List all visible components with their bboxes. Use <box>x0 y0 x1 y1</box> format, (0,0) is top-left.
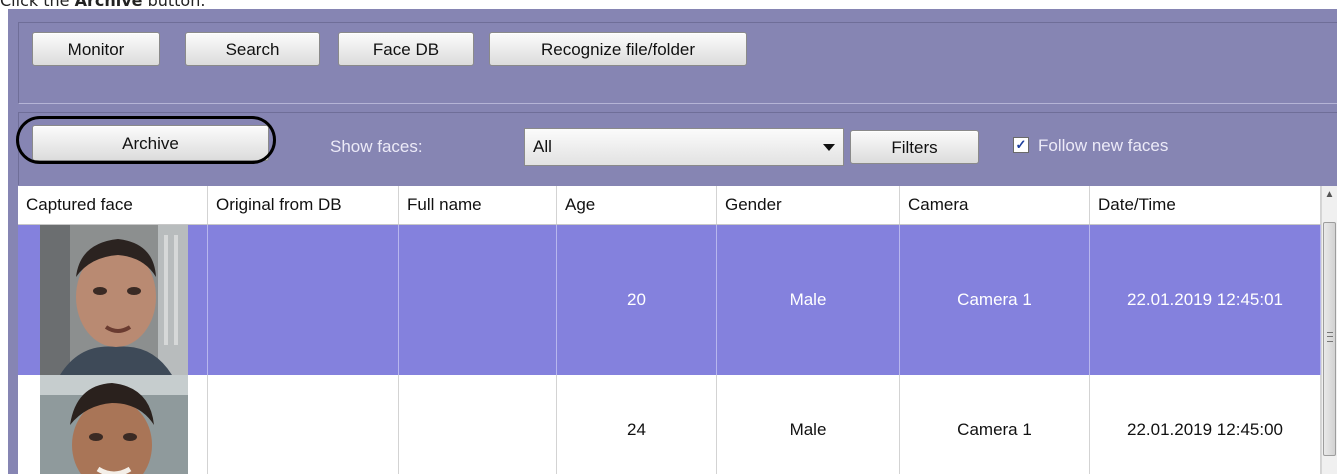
table-row[interactable]: 20 Male Camera 1 22.01.2019 12:45:01 <box>18 225 1321 375</box>
chevron-down-icon <box>823 144 835 151</box>
faces-table: Captured face Original from DB Full name… <box>18 186 1321 474</box>
date-time-cell: 22.01.2019 12:45:00 <box>1090 375 1321 474</box>
camera-cell: Camera 1 <box>900 225 1090 375</box>
table-row[interactable]: 24 Male Camera 1 22.01.2019 12:45:00 <box>18 375 1321 474</box>
date-time-cell: 22.01.2019 12:45:01 <box>1090 225 1321 375</box>
face-search-window: Monitor Search Face DB Recognize file/fo… <box>8 9 1337 474</box>
filters-button[interactable]: Filters <box>850 130 979 164</box>
grip-icon <box>1327 332 1333 342</box>
column-header-full-name[interactable]: Full name <box>399 186 557 224</box>
column-header-captured-face[interactable]: Captured face <box>18 186 208 224</box>
recognize-file-folder-button[interactable]: Recognize file/folder <box>489 32 747 66</box>
captured-face-image <box>40 225 188 375</box>
captured-face-cell <box>18 375 208 474</box>
captured-face-image <box>40 375 188 474</box>
scroll-up-arrow-icon[interactable]: ▲ <box>1322 186 1337 203</box>
follow-new-faces-label: Follow new faces <box>1038 136 1169 155</box>
table-vertical-scrollbar[interactable]: ▲ <box>1321 186 1337 474</box>
column-header-date-time[interactable]: Date/Time <box>1090 186 1321 224</box>
show-faces-label: Show faces: <box>330 137 423 156</box>
original-from-db-cell <box>208 375 399 474</box>
age-cell: 20 <box>557 225 717 375</box>
archive-button[interactable]: Archive <box>32 125 269 161</box>
gender-cell: Male <box>717 375 900 474</box>
monitor-button[interactable]: Monitor <box>32 32 160 66</box>
column-header-gender[interactable]: Gender <box>717 186 900 224</box>
full-name-cell <box>399 225 557 375</box>
column-header-camera[interactable]: Camera <box>900 186 1090 224</box>
column-header-age[interactable]: Age <box>557 186 717 224</box>
captured-face-cell <box>18 225 208 375</box>
scrollbar-thumb[interactable] <box>1323 222 1336 456</box>
age-cell: 24 <box>557 375 717 474</box>
table-header: Captured face Original from DB Full name… <box>18 186 1321 225</box>
column-header-original-from-db[interactable]: Original from DB <box>208 186 399 224</box>
face-db-button[interactable]: Face DB <box>338 32 474 66</box>
search-button[interactable]: Search <box>185 32 320 66</box>
show-faces-dropdown[interactable]: All <box>524 128 844 166</box>
follow-new-faces-checkbox[interactable]: ✓ <box>1013 137 1029 153</box>
show-faces-value: All <box>533 137 552 156</box>
camera-cell: Camera 1 <box>900 375 1090 474</box>
original-from-db-cell <box>208 225 399 375</box>
gender-cell: Male <box>717 225 900 375</box>
full-name-cell <box>399 375 557 474</box>
